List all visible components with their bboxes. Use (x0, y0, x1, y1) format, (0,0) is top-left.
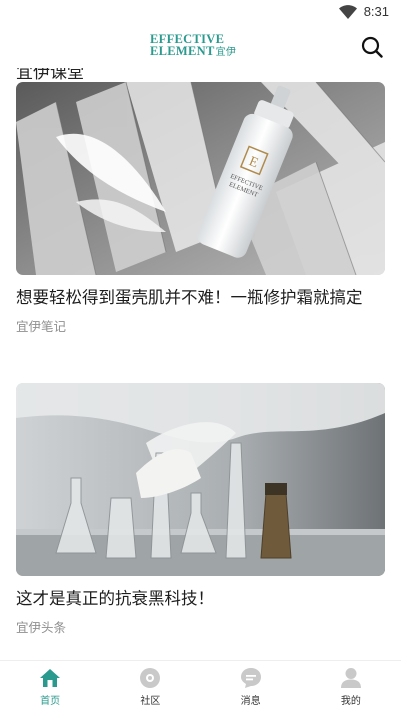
article-card[interactable]: 这才是真正的抗衰黑科技！ 宜伊头条 (16, 383, 385, 636)
tab-label-messages: 消息 (240, 696, 261, 707)
search-icon[interactable] (361, 36, 383, 58)
tab-community[interactable]: 社区 (100, 661, 200, 710)
article-title[interactable]: 这才是真正的抗衰黑科技！ (16, 587, 385, 610)
app-header: EFFECTIVE ELEMENT宜伊 (0, 26, 401, 68)
laboratory-glassware-photo (16, 383, 385, 576)
message-icon (240, 668, 261, 688)
status-time: 8:31 (363, 4, 389, 19)
logo-line-2: ELEMENT宜伊 (150, 45, 255, 59)
article-image-skincare[interactable]: E EFFECTIVE ELEMENT (16, 82, 385, 275)
home-icon (40, 669, 61, 687)
tab-home[interactable]: 首页 (0, 661, 100, 710)
logo-line-2-text: ELEMENT (150, 44, 215, 58)
status-bar: 8:31 (0, 0, 401, 26)
article-image-lab[interactable] (16, 383, 385, 576)
tab-label-community: 社区 (140, 696, 161, 707)
section-heading-partial: 宜伊课堂 (16, 68, 84, 83)
tab-label-home: 首页 (40, 696, 61, 707)
profile-icon (340, 668, 361, 688)
article-source: 宜伊笔记 (16, 319, 67, 334)
article-feed[interactable]: 宜伊课堂 E EFFECTIVE ELEMENT 想要轻松得到蛋壳肌并不难！一瓶… (0, 68, 401, 660)
article-title[interactable]: 想要轻松得到蛋壳肌并不难！一瓶修护霜就搞定 (16, 286, 385, 309)
bottom-tab-bar: 首页 社区 消息 我的 (0, 660, 401, 710)
tab-profile[interactable]: 我的 (301, 661, 401, 710)
wifi-icon (339, 5, 357, 19)
community-icon (140, 668, 161, 688)
tab-label-profile: 我的 (340, 696, 361, 707)
logo-cn: 宜伊 (215, 47, 237, 58)
skincare-bottle-photo: E EFFECTIVE ELEMENT (16, 82, 385, 275)
article-source: 宜伊头条 (16, 620, 67, 635)
brand-logo[interactable]: EFFECTIVE ELEMENT宜伊 (150, 33, 255, 61)
article-card[interactable]: E EFFECTIVE ELEMENT 想要轻松得到蛋壳肌并不难！一瓶修护霜就搞… (16, 82, 385, 335)
tab-messages[interactable]: 消息 (201, 661, 301, 710)
